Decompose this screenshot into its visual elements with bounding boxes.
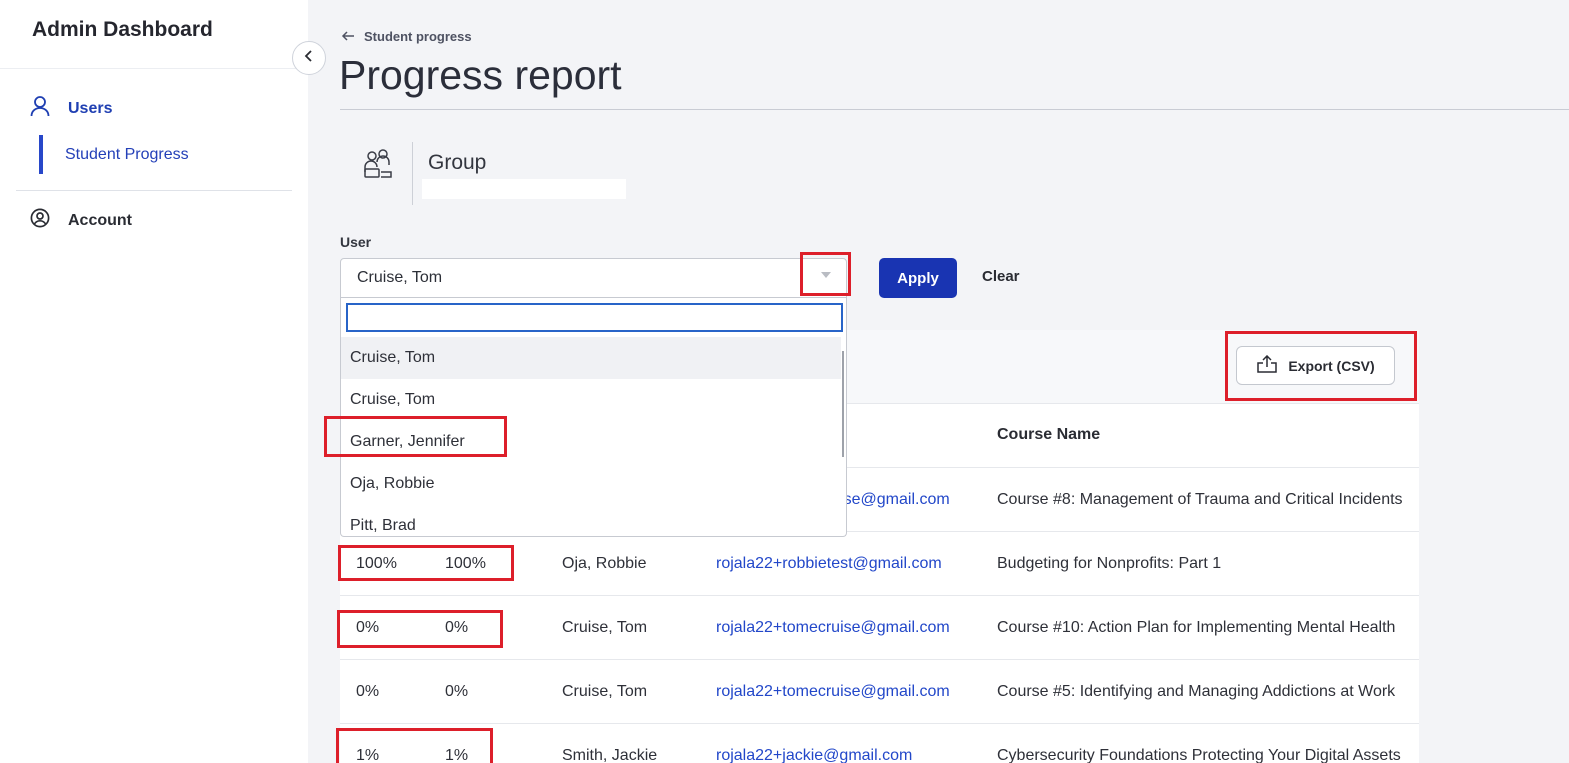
sidebar-item-student-progress[interactable]: Student Progress [39,135,189,174]
email-link[interactable]: rojala22+tomecruise@gmail.com [716,596,950,659]
apply-button[interactable]: Apply [879,258,957,298]
chevron-left-icon [304,49,314,67]
user-name-cell: Oja, Robbie [562,555,647,572]
divider [16,190,292,191]
account-circle-icon [30,208,50,233]
user-filter-label: User [340,234,372,250]
highlight-box [324,416,507,457]
arrow-left-icon [341,29,355,44]
email-link[interactable]: rojala22+robbietest@gmail.com [716,532,942,595]
group-value [422,179,626,199]
highlight-box [1225,331,1417,401]
dropdown-search-input[interactable] [346,303,843,332]
sidebar-item-label: Account [68,211,132,229]
email-link[interactable]: rojala22+jackie@gmail.com [716,724,912,763]
sidebar-title: Admin Dashboard [32,18,213,41]
group-icon [362,148,396,185]
highlight-box [336,728,493,763]
sidebar-item-account[interactable]: Account [30,208,132,233]
highlight-box [337,610,503,648]
highlight-box [338,545,514,581]
course-name-cell: Course #8: Management of Trauma and Crit… [997,491,1403,508]
group-label: Group [428,151,487,174]
sidebar: Admin Dashboard Users Student Progress A… [0,0,308,763]
page-title: Progress report [339,52,622,98]
dropdown-option[interactable]: Cruise, Tom [341,379,841,421]
progress-cell: 0% [445,683,469,700]
user-select-toggle[interactable] [800,252,851,296]
user-select[interactable]: Cruise, Tom [340,258,847,298]
progress-cell: 0% [356,683,380,700]
collapse-sidebar-button[interactable] [292,41,326,75]
divider [412,142,413,205]
divider [0,68,308,69]
course-name-cell: Cybersecurity Foundations Protecting You… [997,747,1401,763]
user-name-cell: Smith, Jackie [562,747,658,763]
clear-button[interactable]: Clear [982,268,1020,285]
column-header-course-name: Course Name [997,426,1101,443]
table-row: 1% 1% Smith, Jackie rojala22+jackie@gmai… [340,723,1419,763]
course-name-cell: Budgeting for Nonprofits: Part 1 [997,555,1222,572]
breadcrumb[interactable]: Student progress [341,29,472,44]
divider [340,109,1569,110]
dropdown-option[interactable]: Oja, Robbie [341,463,841,505]
dropdown-option[interactable]: Cruise, Tom [341,337,841,379]
course-name-cell: Course #10: Action Plan for Implementing… [997,619,1396,636]
user-icon [30,95,50,122]
sidebar-item-label: Users [68,99,113,117]
dropdown-scrollbar[interactable] [842,351,844,457]
sidebar-item-users[interactable]: Users [30,95,112,122]
user-name-cell: Cruise, Tom [562,683,648,700]
email-link[interactable]: rojala22+tomecruise@gmail.com [716,660,950,723]
user-select-value: Cruise, Tom [357,269,443,286]
course-name-cell: Course #5: Identifying and Managing Addi… [997,683,1396,700]
caret-down-icon [820,265,831,283]
dropdown-option[interactable]: Pitt, Brad [341,505,841,536]
breadcrumb-label: Student progress [364,29,472,44]
table-row: 0% 0% Cruise, Tom rojala22+tomecruise@gm… [340,659,1419,723]
user-name-cell: Cruise, Tom [562,619,648,636]
